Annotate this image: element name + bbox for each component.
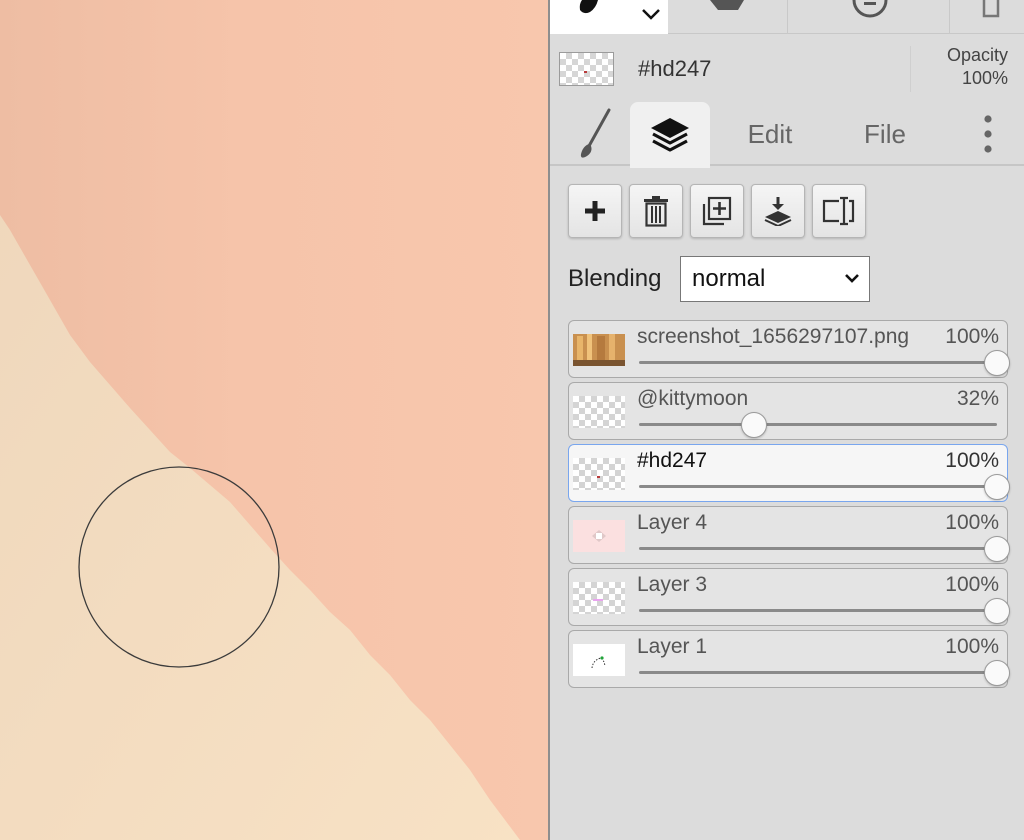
rename-layer-button[interactable] (812, 184, 866, 238)
tab-edit[interactable]: Edit (720, 102, 820, 166)
layer-opacity: 100% (945, 325, 999, 348)
current-layer-name: #hd247 (638, 56, 712, 81)
more-vertical-icon (984, 115, 992, 153)
tool-bar (550, 0, 1024, 34)
opacity-slider-knob[interactable] (984, 660, 1010, 686)
layer-item-layer-4[interactable]: Layer 4 100% (568, 506, 1010, 564)
layer-name: Layer 3 (637, 573, 708, 596)
opacity-slider-knob[interactable] (740, 412, 767, 438)
layer-name: Layer 1 (637, 635, 708, 658)
layer-name: Layer 4 (637, 511, 708, 534)
opacity-slider[interactable] (639, 609, 997, 612)
layer-item-kittymoon[interactable]: @kittymoon 32% (568, 382, 1008, 440)
brush-icon (580, 108, 611, 158)
layer-thumbnail (573, 396, 625, 428)
layers-icon (651, 118, 689, 152)
layer-thumbnail (573, 644, 625, 676)
opacity-slider[interactable] (639, 485, 997, 488)
delete-layer-button[interactable] (629, 184, 683, 238)
chevron-down-icon (845, 274, 859, 283)
opacity-slider-knob[interactable] (984, 474, 1010, 500)
shape-icon (709, 0, 744, 10)
layer-name: #hd247 (637, 449, 708, 472)
layer-opacity: 100% (945, 573, 999, 596)
layers-panel: #hd247 Opacity 100% Edit File Blending n… (548, 0, 1024, 840)
canvas-artwork (0, 0, 548, 840)
layer-thumbnail (573, 582, 625, 614)
layer-thumbnail (573, 458, 625, 490)
header-divider (910, 46, 911, 92)
layer-thumbnail (573, 334, 625, 366)
rename-icon (822, 196, 855, 226)
layer-opacity: 100% (945, 449, 999, 472)
image-thumbnail-icon (573, 334, 625, 366)
plus-icon (585, 201, 605, 221)
layer-opacity: 100% (945, 635, 999, 658)
duplicate-icon (702, 196, 732, 226)
opacity-label: Opacity (946, 45, 1008, 65)
document-tool-button[interactable] (952, 0, 1024, 34)
blending-select[interactable]: normal (680, 256, 870, 302)
trash-icon (644, 196, 668, 227)
duplicate-layer-button[interactable] (690, 184, 744, 238)
opacity-value: 100% (961, 68, 1008, 88)
merge-down-icon (764, 197, 792, 226)
layer-item-layer-1[interactable]: Layer 1 100% (568, 630, 1010, 688)
opacity-slider[interactable] (639, 361, 997, 364)
sketch-thumbnail-icon (573, 644, 625, 676)
layer-item-layer-3[interactable]: Layer 3 100% (568, 568, 1010, 626)
opacity-display[interactable]: Opacity 100% (947, 44, 1008, 90)
opacity-slider-knob[interactable] (984, 598, 1010, 624)
tab-layers[interactable] (630, 102, 710, 168)
layer-name: @kittymoon (637, 387, 749, 410)
opacity-slider[interactable] (639, 423, 997, 426)
layer-opacity: 32% (956, 387, 999, 410)
add-layer-button[interactable] (568, 184, 622, 238)
brush-icon (579, 0, 660, 20)
panel-tabs: Edit File (550, 102, 1024, 168)
brush-tool-button[interactable] (550, 0, 668, 34)
tab-file[interactable]: File (840, 102, 930, 166)
shape-tool-button[interactable] (668, 0, 788, 34)
layer-item-hd247[interactable]: #hd247 100% (568, 444, 1010, 502)
layer-thumbnail (573, 520, 625, 552)
opacity-slider[interactable] (639, 671, 997, 674)
current-layer-header: #hd247 Opacity 100% (550, 36, 1024, 102)
blending-label: Blending (568, 265, 662, 292)
layer-opacity: 100% (945, 511, 999, 534)
eraser-icon (852, 0, 887, 18)
layer-item-screenshot[interactable]: screenshot_1656297107.png 100% (568, 320, 1010, 378)
current-layer-thumbnail[interactable] (559, 52, 614, 86)
merge-down-button[interactable] (751, 184, 805, 238)
opacity-slider-knob[interactable] (984, 536, 1010, 562)
more-menu-button[interactable] (968, 102, 1008, 166)
document-icon (982, 0, 1000, 18)
blending-value: normal (692, 265, 766, 292)
pink-thumbnail-icon (573, 520, 625, 552)
drawing-canvas[interactable] (0, 0, 548, 840)
eraser-tool-button[interactable] (790, 0, 950, 34)
opacity-slider-knob[interactable] (984, 350, 1010, 376)
tab-brush[interactable] (564, 102, 626, 166)
layer-name: screenshot_1656297107.png (637, 325, 910, 348)
opacity-slider[interactable] (639, 547, 997, 550)
